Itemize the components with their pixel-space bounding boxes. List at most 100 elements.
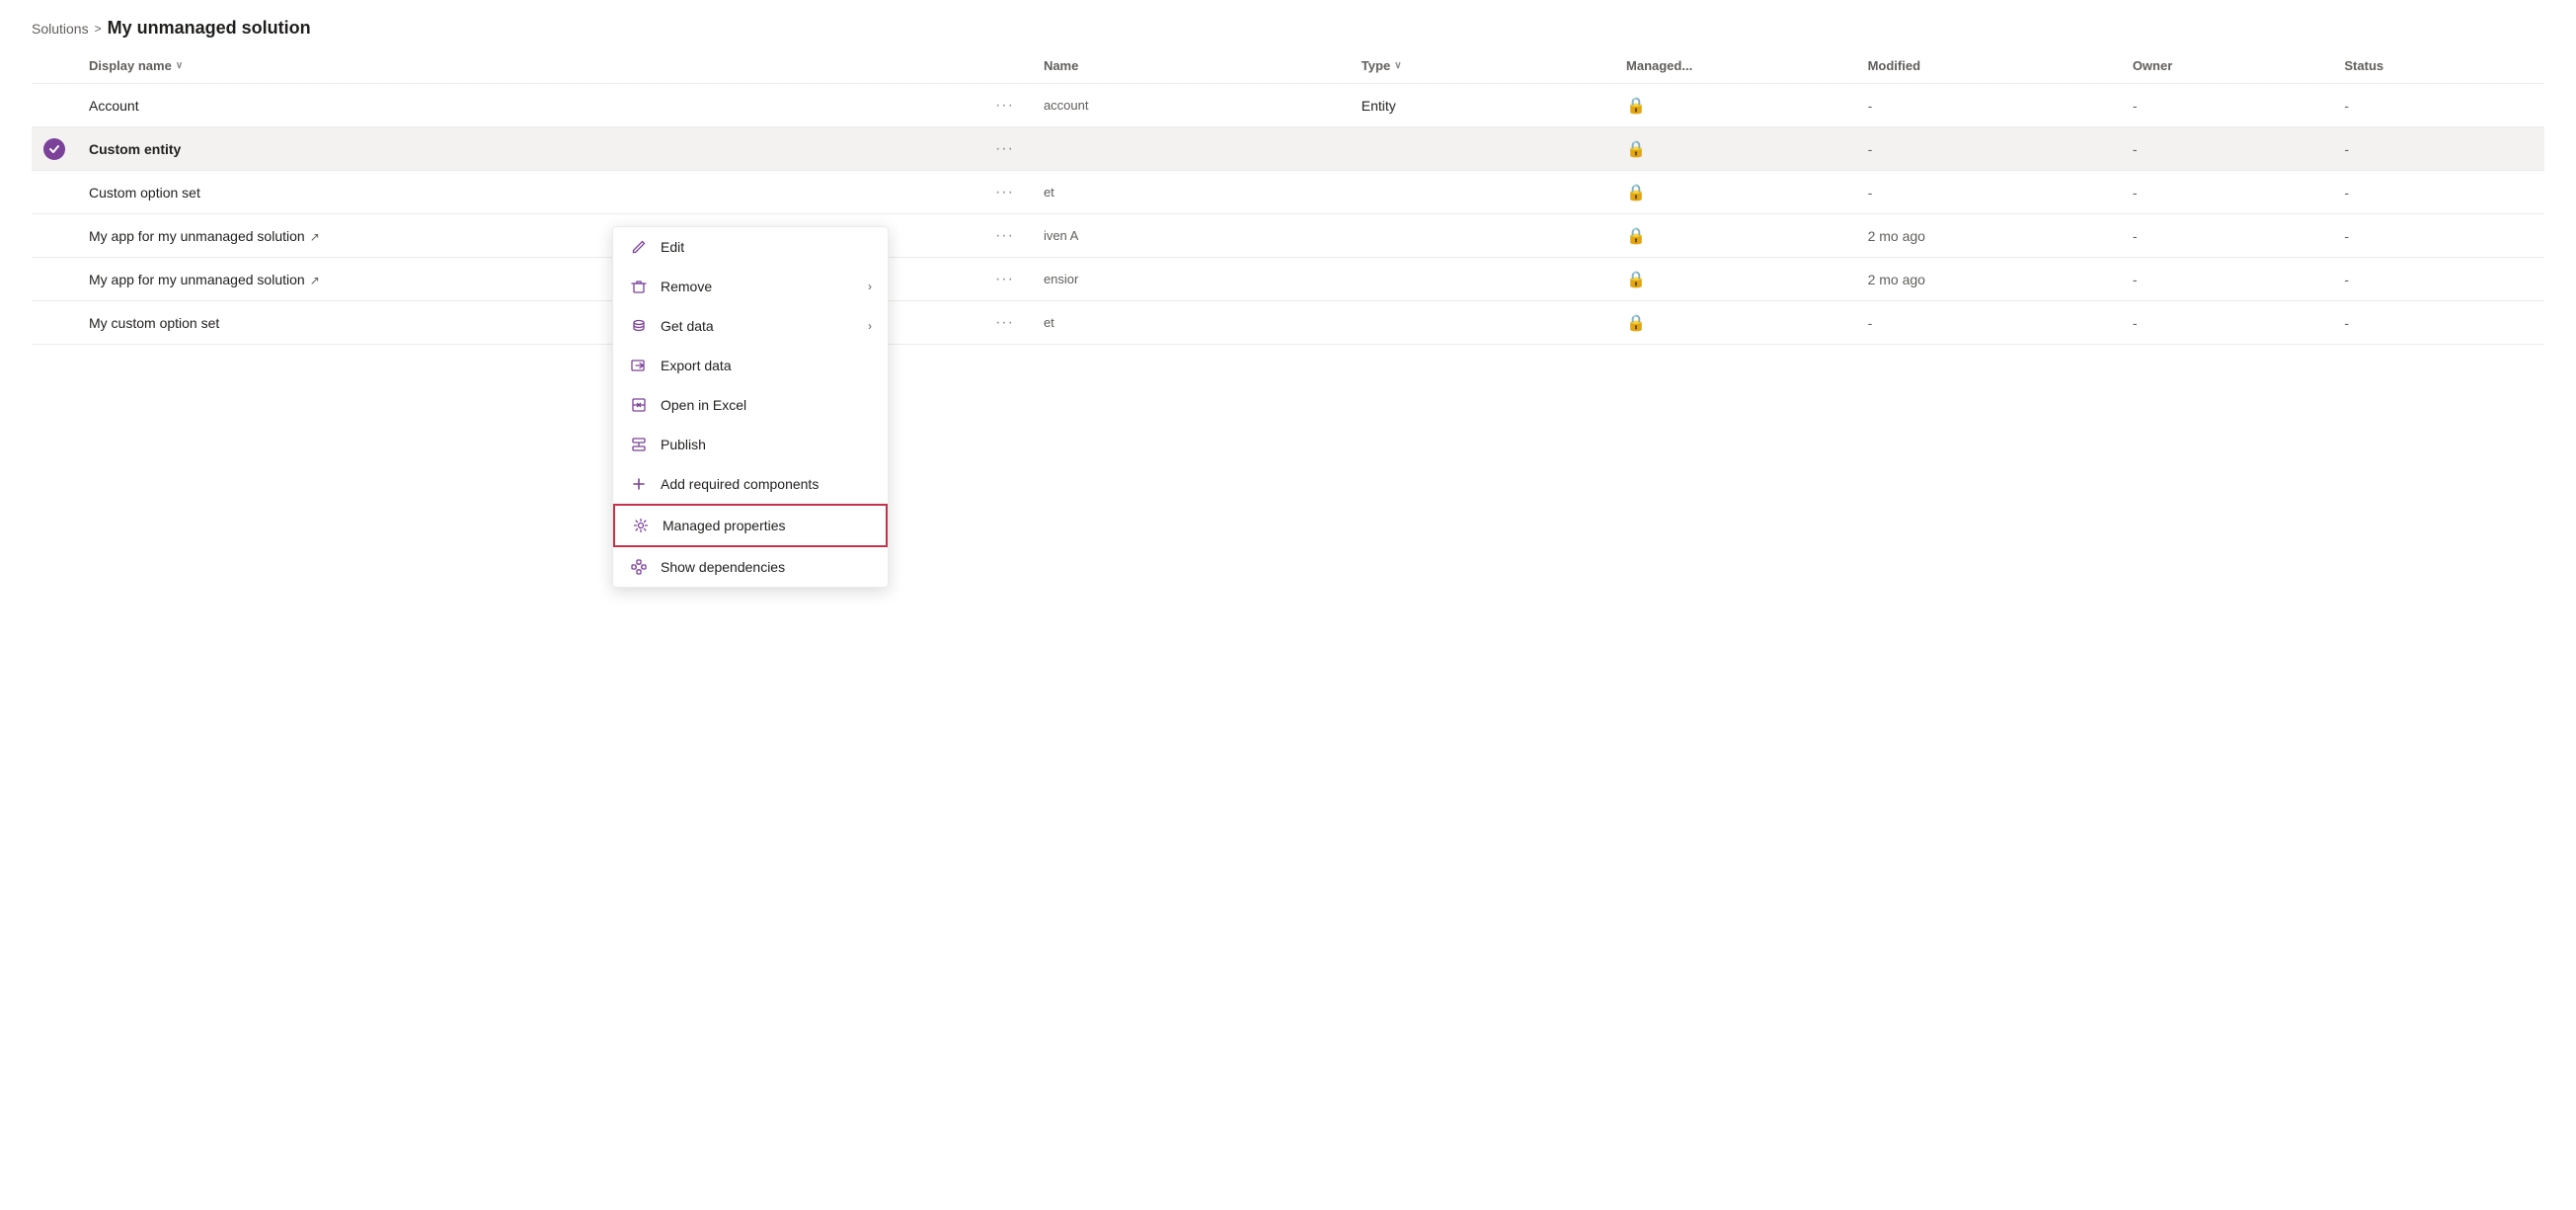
- status-cell: -: [2332, 258, 2544, 301]
- name-cell: [1032, 127, 1350, 171]
- dependencies-icon: [629, 557, 649, 577]
- context-menu-label-get_data: Get data: [661, 318, 856, 334]
- row-check-cell[interactable]: [32, 127, 77, 171]
- col-type[interactable]: Type ∨: [1350, 48, 1614, 84]
- display-name-cell: Custom entity: [77, 127, 977, 171]
- modified-cell: -: [1856, 84, 2121, 127]
- col-modified: Modified: [1856, 48, 2121, 84]
- managed-cell: 🔒: [1614, 301, 1856, 345]
- owner-cell: -: [2121, 127, 2333, 171]
- excel-icon: [629, 395, 649, 415]
- row-more-button[interactable]: ···: [989, 269, 1020, 290]
- publish-icon: [629, 435, 649, 454]
- row-more-cell[interactable]: ···: [977, 258, 1032, 301]
- row-more-button[interactable]: ···: [989, 95, 1020, 117]
- modified-cell: -: [1856, 301, 2121, 345]
- col-name: Name: [1032, 48, 1350, 84]
- context-menu-label-managed_properties: Managed properties: [663, 518, 870, 533]
- name-cell: et: [1032, 301, 1350, 345]
- type-cell: [1350, 127, 1614, 171]
- sort-arrow-display-name: ∨: [176, 60, 183, 71]
- lock-icon: 🔒: [1626, 141, 1646, 158]
- breadcrumb-solutions[interactable]: Solutions: [32, 21, 89, 37]
- display-name-cell: Custom option set: [77, 171, 977, 214]
- context-menu-label-add_required: Add required components: [661, 476, 872, 492]
- row-check-cell[interactable]: [32, 84, 77, 127]
- row-more-button[interactable]: ···: [989, 312, 1020, 334]
- external-link-icon: ↗: [310, 274, 320, 287]
- context-menu-label-open_excel: Open in Excel: [661, 397, 872, 413]
- modified-cell: 2 mo ago: [1856, 258, 2121, 301]
- lock-icon: 🔒: [1626, 185, 1646, 202]
- display-name-text: My app for my unmanaged solution: [89, 228, 305, 244]
- trash-icon: [629, 277, 649, 296]
- table-row: My app for my unmanaged solution↗···iven…: [32, 214, 2544, 258]
- lock-icon: 🔒: [1626, 98, 1646, 115]
- row-more-button[interactable]: ···: [989, 182, 1020, 203]
- modified-cell: 2 mo ago: [1856, 214, 2121, 258]
- breadcrumb-current-page: My unmanaged solution: [108, 18, 311, 39]
- col-managed: Managed...: [1614, 48, 1856, 84]
- submenu-arrow: ›: [868, 319, 872, 333]
- status-cell: -: [2332, 214, 2544, 258]
- context-menu-label-export_data: Export data: [661, 358, 872, 373]
- col-more: [977, 48, 1032, 84]
- name-cell: iven A: [1032, 214, 1350, 258]
- table-container: Display name ∨ Name Type ∨ Managed... Mo…: [0, 48, 2576, 345]
- type-cell: [1350, 258, 1614, 301]
- display-name-cell: Account: [77, 84, 977, 127]
- name-cell: et: [1032, 171, 1350, 214]
- row-more-cell[interactable]: ···: [977, 301, 1032, 345]
- context-menu-item-export_data[interactable]: Export data: [613, 346, 888, 385]
- table-row: My app for my unmanaged solution↗···ensi…: [32, 258, 2544, 301]
- managed-cell: 🔒: [1614, 84, 1856, 127]
- table-row: My custom option set···et🔒---: [32, 301, 2544, 345]
- lock-icon: 🔒: [1626, 272, 1646, 288]
- name-cell: ensior: [1032, 258, 1350, 301]
- table-row: Custom option set···et🔒---: [32, 171, 2544, 214]
- type-cell: Entity: [1350, 84, 1614, 127]
- owner-cell: -: [2121, 258, 2333, 301]
- context-menu-label-remove: Remove: [661, 279, 856, 294]
- row-check-cell[interactable]: [32, 171, 77, 214]
- row-more-button[interactable]: ···: [989, 225, 1020, 247]
- lock-icon: 🔒: [1626, 315, 1646, 332]
- context-menu-item-edit[interactable]: Edit: [613, 227, 888, 267]
- owner-cell: -: [2121, 214, 2333, 258]
- managed-cell: 🔒: [1614, 214, 1856, 258]
- owner-cell: -: [2121, 301, 2333, 345]
- owner-cell: -: [2121, 171, 2333, 214]
- row-check-cell[interactable]: [32, 258, 77, 301]
- context-menu-label-publish: Publish: [661, 437, 872, 452]
- row-more-cell[interactable]: ···: [977, 84, 1032, 127]
- lock-icon: 🔒: [1626, 228, 1646, 245]
- row-check-cell[interactable]: [32, 214, 77, 258]
- row-more-cell[interactable]: ···: [977, 214, 1032, 258]
- row-more-cell[interactable]: ···: [977, 127, 1032, 171]
- edit-icon: [629, 237, 649, 257]
- row-check-cell[interactable]: [32, 301, 77, 345]
- type-cell: [1350, 301, 1614, 345]
- context-menu-item-managed_properties[interactable]: Managed properties: [613, 504, 888, 547]
- context-menu-item-add_required[interactable]: Add required components: [613, 464, 888, 504]
- submenu-arrow: ›: [868, 280, 872, 293]
- row-more-button[interactable]: ···: [989, 138, 1020, 160]
- status-cell: -: [2332, 127, 2544, 171]
- context-menu-label-show_dependencies: Show dependencies: [661, 559, 872, 575]
- context-menu: Edit Remove › Get data › Export data Ope…: [612, 226, 889, 588]
- col-owner: Owner: [2121, 48, 2333, 84]
- context-menu-item-get_data[interactable]: Get data ›: [613, 306, 888, 346]
- type-cell: [1350, 214, 1614, 258]
- col-check: [32, 48, 77, 84]
- selected-check: [43, 138, 65, 160]
- context-menu-item-open_excel[interactable]: Open in Excel: [613, 385, 888, 425]
- name-cell: account: [1032, 84, 1350, 127]
- add-icon: [629, 474, 649, 494]
- context-menu-item-show_dependencies[interactable]: Show dependencies: [613, 547, 888, 587]
- status-cell: -: [2332, 84, 2544, 127]
- context-menu-item-publish[interactable]: Publish: [613, 425, 888, 464]
- row-more-cell[interactable]: ···: [977, 171, 1032, 214]
- context-menu-item-remove[interactable]: Remove ›: [613, 267, 888, 306]
- col-display-name[interactable]: Display name ∨: [77, 48, 977, 84]
- breadcrumb: Solutions > My unmanaged solution: [0, 0, 2576, 48]
